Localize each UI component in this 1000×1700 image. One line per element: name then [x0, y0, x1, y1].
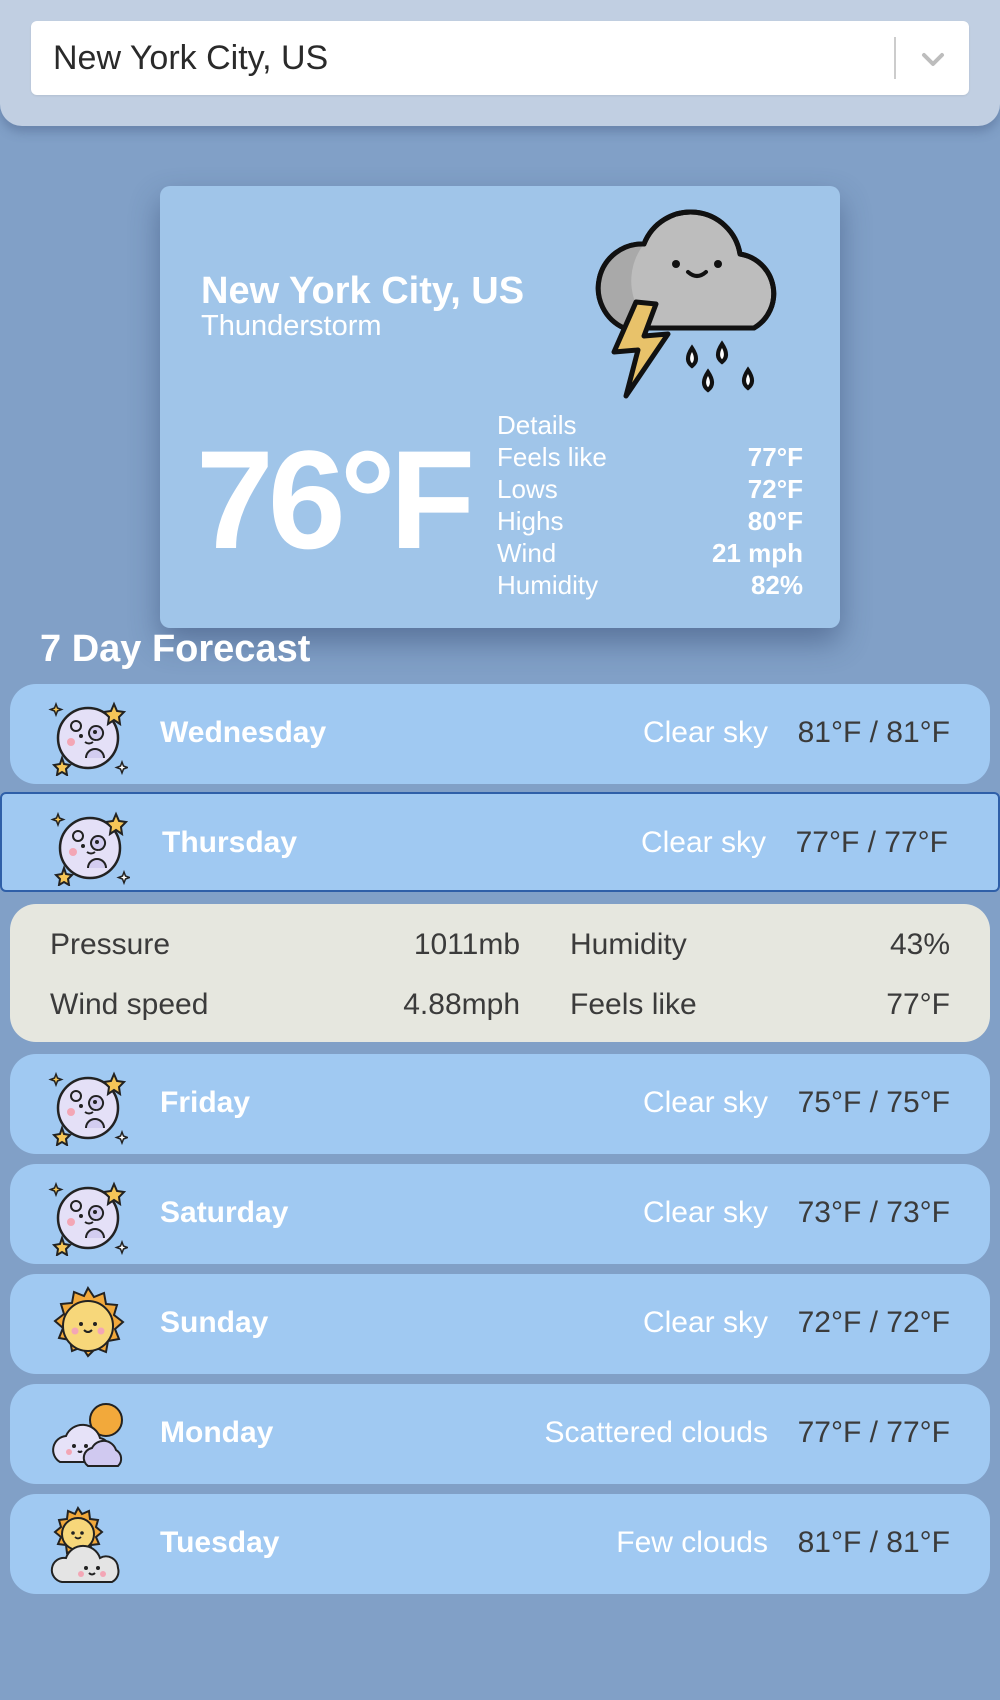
- moon-stars-icon: [48, 1066, 129, 1147]
- forecast-row-sunday[interactable]: Sunday Clear sky 72°F / 72°F: [10, 1274, 990, 1374]
- detail-value: 21 mph: [711, 538, 803, 568]
- feels-like-value: 77°F: [886, 988, 950, 1021]
- select-separator: [894, 37, 896, 79]
- city-select-value: New York City, US: [53, 39, 329, 77]
- forecast-description: Clear sky: [642, 1306, 768, 1339]
- forecast-row-monday[interactable]: Monday Scattered clouds 77°F / 77°F: [10, 1384, 990, 1484]
- detail-value: 80°F: [747, 506, 803, 536]
- detail-row-humidity: Humidity 82%: [497, 570, 803, 602]
- detail-row-lows: Lows 72°F: [497, 474, 803, 506]
- chevron-down-icon[interactable]: [915, 41, 951, 77]
- city-select[interactable]: New York City, US: [31, 21, 969, 95]
- forecast-row-saturday[interactable]: Saturday Clear sky 73°F / 73°F: [10, 1164, 990, 1264]
- forecast-day: Wednesday: [160, 716, 327, 749]
- pressure-label: Pressure: [50, 928, 171, 961]
- forecast-title: 7 Day Forecast: [40, 628, 311, 670]
- forecast-description: Scattered clouds: [544, 1416, 768, 1449]
- sun-behind-cloud-icon: [48, 1506, 128, 1586]
- forecast-row-tuesday[interactable]: Tuesday Few clouds 81°F / 81°F: [10, 1494, 990, 1594]
- forecast-temps: 77°F / 77°F: [795, 826, 948, 859]
- forecast-description: Clear sky: [642, 1086, 768, 1119]
- forecast-day: Saturday: [160, 1196, 289, 1229]
- forecast-row-wednesday[interactable]: Wednesday Clear sky 81°F / 81°F: [10, 684, 990, 784]
- forecast-day: Friday: [160, 1086, 251, 1119]
- sun-icon: [48, 1286, 128, 1366]
- forecast-temps: 72°F / 72°F: [797, 1306, 950, 1339]
- forecast-temps: 75°F / 75°F: [797, 1086, 950, 1119]
- detail-row-wind: Wind 21 mph: [497, 538, 803, 570]
- detail-row-feels-like: Feels like 77°F: [497, 442, 803, 474]
- wind-speed-value: 4.88mph: [403, 988, 520, 1021]
- forecast-day: Tuesday: [160, 1526, 280, 1559]
- forecast-day: Thursday: [162, 826, 298, 859]
- moon-stars-icon: [48, 696, 129, 777]
- forecast-description: Clear sky: [642, 1196, 768, 1229]
- detail-value: 72°F: [747, 474, 803, 504]
- forecast-description: Clear sky: [640, 826, 766, 859]
- forecast-temps: 81°F / 81°F: [797, 1526, 950, 1559]
- forecast-day: Monday: [160, 1416, 274, 1449]
- current-city: New York City, US: [201, 270, 525, 312]
- forecast-row-friday[interactable]: Friday Clear sky 75°F / 75°F: [10, 1054, 990, 1154]
- current-temperature: 76°F: [196, 421, 475, 578]
- wind-speed-label: Wind speed: [50, 988, 209, 1021]
- details-panel: Details Feels like 77°F Lows 72°F Highs …: [497, 410, 803, 602]
- pressure-value: 1011mb: [413, 928, 520, 961]
- forecast-expanded-details: Pressure 1011mb Humidity 43% Wind speed …: [10, 904, 990, 1042]
- detail-label: Wind: [497, 538, 557, 568]
- forecast-temps: 81°F / 81°F: [797, 716, 950, 749]
- thunderstorm-cloud-icon: [584, 200, 794, 400]
- detail-label: Feels like: [497, 442, 607, 472]
- forecast-description: Few clouds: [616, 1526, 768, 1559]
- forecast-temps: 73°F / 73°F: [797, 1196, 950, 1229]
- current-weather-card: New York City, US Thunderstorm 76°F Deta…: [160, 186, 840, 628]
- current-description: Thunderstorm: [201, 310, 382, 342]
- detail-value: 77°F: [747, 442, 803, 472]
- scattered-clouds-icon: [48, 1396, 128, 1476]
- details-title: Details: [497, 410, 577, 440]
- detail-value: 82%: [750, 570, 803, 600]
- forecast-row-thursday[interactable]: Thursday Clear sky 77°F / 77°F: [0, 792, 1000, 892]
- moon-stars-icon: [50, 806, 131, 887]
- top-bar: New York City, US: [0, 0, 1000, 126]
- detail-label: Lows: [497, 474, 558, 504]
- forecast-day: Sunday: [160, 1306, 269, 1339]
- forecast-description: Clear sky: [642, 716, 768, 749]
- detail-label: Highs: [497, 506, 564, 536]
- detail-label: Humidity: [497, 570, 599, 600]
- humidity-value: 43%: [889, 928, 950, 961]
- moon-stars-icon: [48, 1176, 129, 1257]
- feels-like-label: Feels like: [570, 988, 697, 1021]
- humidity-label: Humidity: [570, 928, 687, 961]
- detail-row-highs: Highs 80°F: [497, 506, 803, 538]
- forecast-temps: 77°F / 77°F: [797, 1416, 950, 1449]
